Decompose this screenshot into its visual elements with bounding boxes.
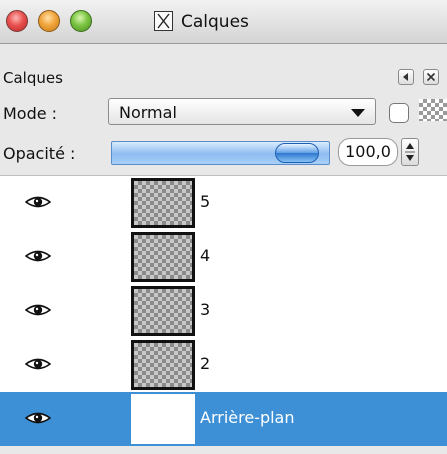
layer-name[interactable]: 2 bbox=[200, 354, 210, 373]
mode-select[interactable]: Normal bbox=[108, 98, 376, 125]
panel-close-button[interactable] bbox=[423, 69, 439, 85]
eye-icon[interactable] bbox=[25, 248, 51, 264]
gimp-wilber-icon bbox=[154, 11, 173, 31]
layer-row-background[interactable]: Arrière-plan bbox=[0, 392, 447, 446]
eye-icon[interactable] bbox=[25, 356, 51, 372]
eye-icon[interactable] bbox=[25, 302, 51, 318]
layer-name[interactable]: 4 bbox=[200, 246, 210, 265]
layer-name[interactable]: 5 bbox=[200, 192, 210, 211]
panel-menu-icon bbox=[403, 73, 408, 81]
layer-thumbnail bbox=[131, 232, 195, 282]
layer-thumbnail bbox=[131, 340, 195, 390]
panel-close-icon bbox=[426, 72, 436, 82]
lock-alpha-checkbox[interactable] bbox=[389, 103, 409, 123]
window-title: Calques bbox=[181, 12, 249, 32]
layer-thumbnail bbox=[131, 178, 195, 228]
dock-tab-label: Calques bbox=[3, 69, 63, 87]
mode-label: Mode : bbox=[3, 104, 58, 123]
opacity-value-field[interactable]: 100,0 bbox=[338, 138, 398, 166]
layer-name[interactable]: 3 bbox=[200, 300, 210, 319]
layers-list: 5 4 3 2 Arrière-plan bbox=[0, 175, 447, 446]
chevron-down-icon bbox=[351, 109, 365, 117]
zoom-window-button[interactable] bbox=[70, 10, 92, 32]
layer-row-4[interactable]: 4 bbox=[0, 230, 447, 284]
close-window-button[interactable] bbox=[6, 10, 28, 32]
layer-row-5[interactable]: 5 bbox=[0, 176, 447, 230]
layer-row-2[interactable]: 2 bbox=[0, 338, 447, 392]
opacity-slider[interactable] bbox=[111, 141, 330, 165]
opacity-spinner[interactable] bbox=[401, 138, 419, 166]
layer-row-3[interactable]: 3 bbox=[0, 284, 447, 338]
panel-menu-button[interactable] bbox=[398, 69, 414, 85]
spinner-icon bbox=[405, 143, 415, 161]
mode-value: Normal bbox=[119, 103, 177, 122]
layer-thumbnail bbox=[131, 286, 195, 336]
eye-icon[interactable] bbox=[25, 410, 51, 426]
opacity-label: Opacité : bbox=[3, 144, 76, 163]
eye-icon[interactable] bbox=[25, 194, 51, 210]
opacity-slider-knob[interactable] bbox=[275, 143, 319, 163]
layer-name[interactable]: Arrière-plan bbox=[200, 408, 295, 427]
lock-alpha-icon bbox=[419, 99, 447, 121]
minimize-window-button[interactable] bbox=[38, 10, 60, 32]
layer-thumbnail bbox=[131, 394, 195, 444]
title-bar: Calques bbox=[0, 0, 447, 44]
